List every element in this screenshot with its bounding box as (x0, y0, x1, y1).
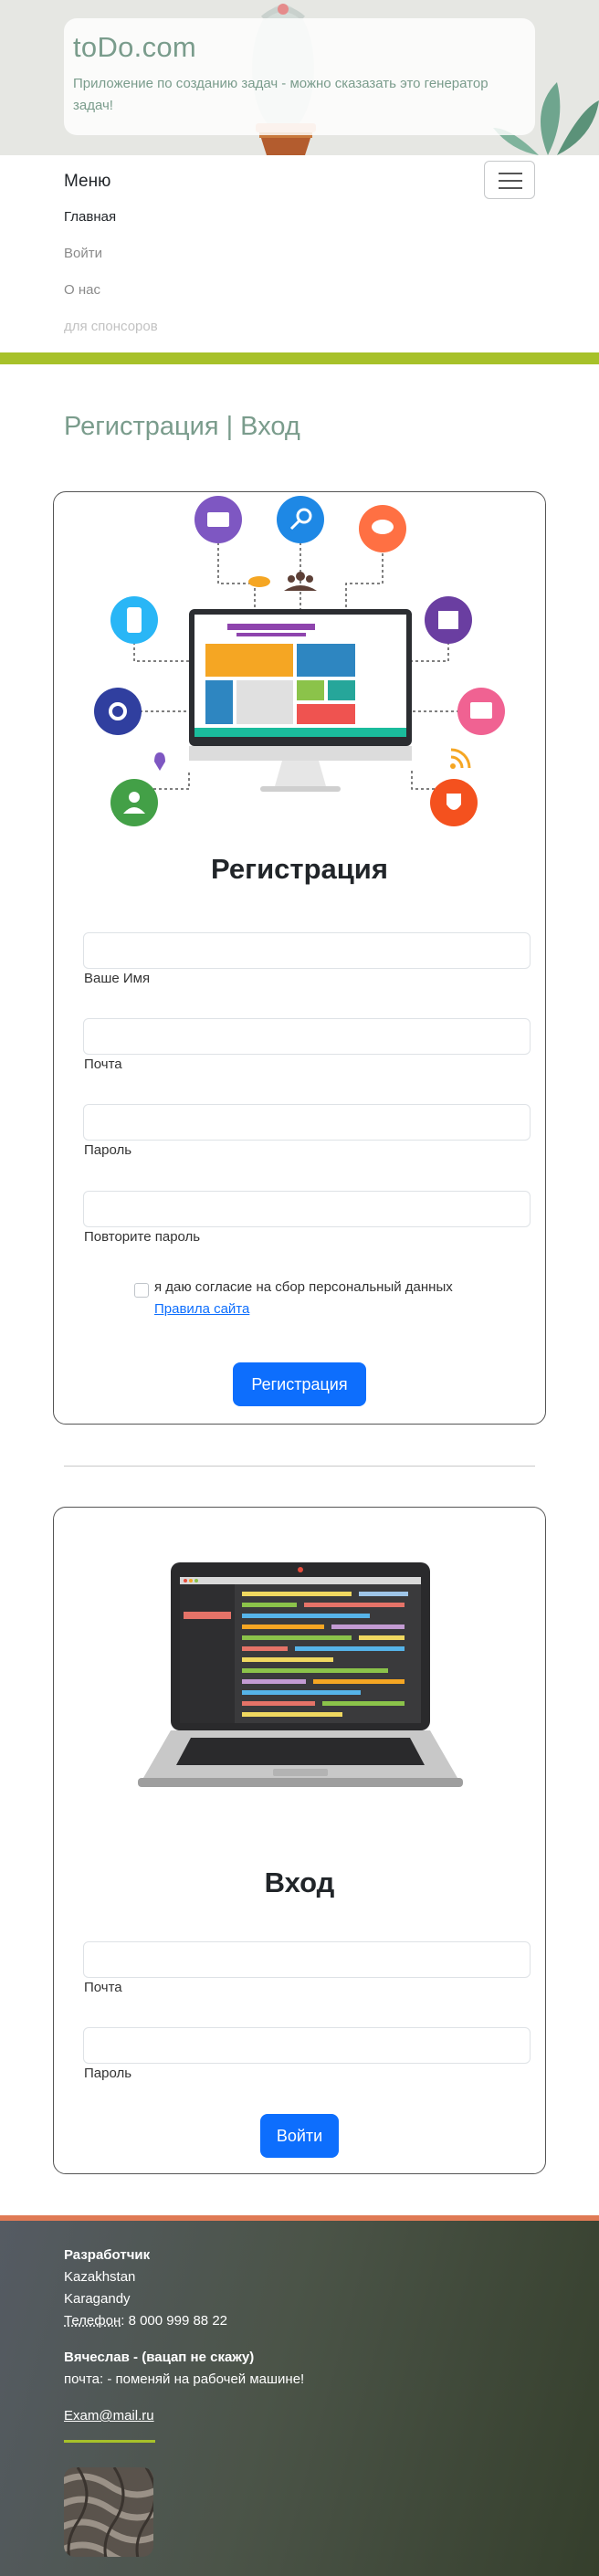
accent-divider (0, 352, 599, 364)
login-button[interactable]: Войти (260, 2114, 339, 2158)
register-password-label: Пароль (84, 1142, 132, 1158)
rope-texture-image (64, 2467, 153, 2557)
login-password-input[interactable] (83, 2027, 531, 2064)
laptop-illustration (138, 1562, 463, 1787)
register-email-label: Почта (84, 1057, 122, 1072)
name-input[interactable] (83, 932, 531, 969)
consent-checkbox[interactable] (134, 1283, 149, 1298)
contact-name: Вячеслав - (вацап не скажу) (64, 2350, 255, 2365)
login-email-label: Почта (84, 1980, 122, 1995)
hamburger-icon (499, 173, 522, 174)
hero-card: toDo.com Приложение по созданию задач - … (64, 18, 535, 135)
footer: Разработчик Kazakhstan Karagandy Телефон… (0, 2215, 599, 2576)
register-password-input[interactable] (83, 1104, 531, 1141)
developer-country: Kazakhstan (64, 2269, 136, 2285)
repeat-password-input[interactable] (83, 1191, 531, 1227)
developer-phone: Телефон: 8 000 999 88 22 (64, 2313, 227, 2329)
nav-item-login[interactable]: Войти (64, 246, 102, 261)
login-password-label: Пароль (84, 2066, 132, 2081)
email-link[interactable]: Exam@mail.ru (64, 2408, 154, 2424)
navbar: Меню Главная Войти О нас для спонсоров (0, 155, 599, 352)
avatar (64, 2467, 153, 2557)
phone-label: Телефон (64, 2313, 121, 2329)
consent-label: я даю согласие на сбор персональный данн… (154, 1279, 453, 1295)
login-email-input[interactable] (83, 1941, 531, 1978)
developer-city: Karagandy (64, 2291, 131, 2307)
site-rules-link[interactable]: Правила сайта (154, 1301, 249, 1317)
login-card: Вход Почта Пароль Войти (53, 1507, 546, 2174)
nav-item-home[interactable]: Главная (64, 209, 116, 225)
site-subtitle: Приложение по созданию задач - можно ска… (73, 76, 489, 113)
nav-item-sponsors[interactable]: для спонсоров (64, 319, 158, 334)
registration-card: Регистрация Ваше Имя Почта Пароль Повтор… (53, 491, 546, 1425)
site-title[interactable]: toDo.com (73, 31, 526, 64)
page-title: Регистрация | Вход (64, 412, 300, 441)
registration-heading: Регистрация (211, 853, 388, 885)
menu-toggle-button[interactable] (484, 161, 535, 199)
footer-divider (64, 2440, 155, 2443)
developer-title: Разработчик (64, 2247, 151, 2263)
nav-brand[interactable]: Меню (64, 172, 110, 192)
phone-value: : 8 000 999 88 22 (121, 2313, 228, 2329)
network-illustration (94, 496, 505, 826)
hero-header: toDo.com Приложение по созданию задач - … (0, 0, 599, 155)
nav-item-about[interactable]: О нас (64, 282, 100, 298)
name-label: Ваше Имя (84, 971, 151, 986)
register-email-input[interactable] (83, 1018, 531, 1055)
repeat-password-label: Повторите пароль (84, 1229, 201, 1245)
section-divider (64, 1466, 535, 1467)
login-heading: Вход (264, 1866, 335, 1898)
email-note: почта: - поменяй на рабочей машине! (64, 2371, 305, 2387)
register-button[interactable]: Регистрация (233, 1362, 366, 1406)
